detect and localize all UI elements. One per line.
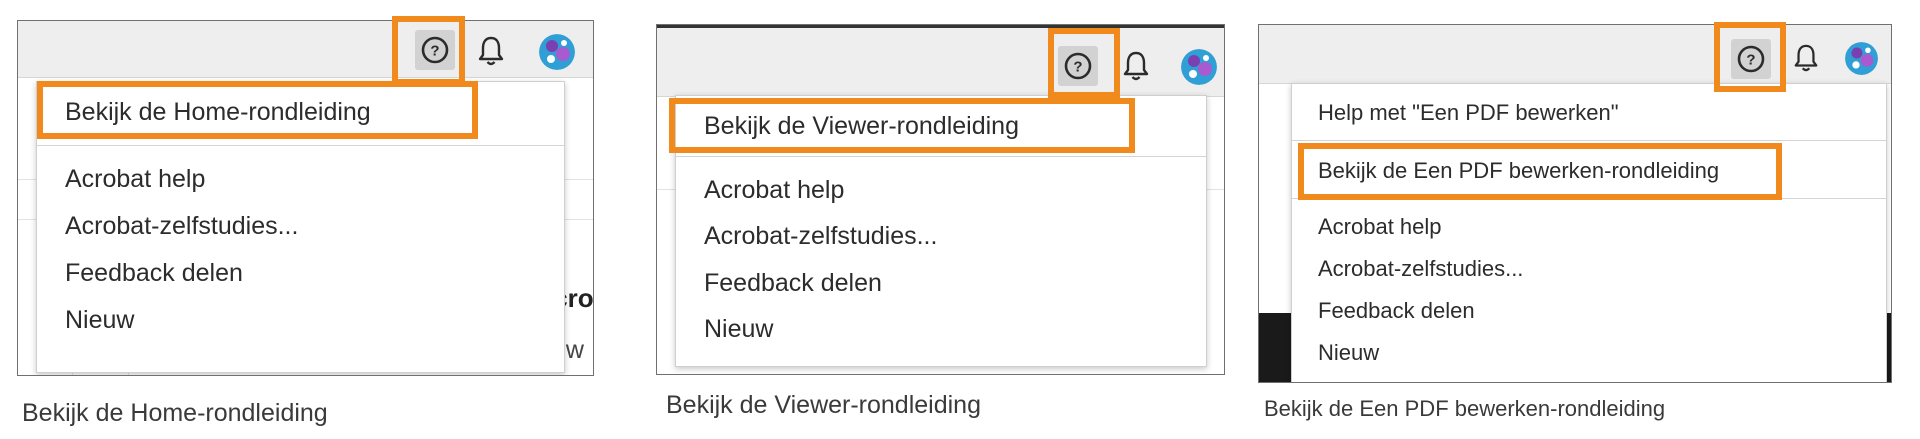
help-dropdown-menu: Help met "Een PDF bewerken" Bekijk de Ee…	[1291, 83, 1887, 382]
menu-item-home-tour[interactable]: Bekijk de Home-rondleiding	[65, 98, 564, 127]
menu-divider	[676, 156, 1206, 157]
viewer-screenshot-panel: ? Bekijk de Viewer-rondleiding Acrobat h…	[656, 24, 1225, 375]
avatar[interactable]	[1181, 49, 1217, 85]
svg-text:?: ?	[1746, 52, 1755, 69]
svg-text:?: ?	[1073, 59, 1082, 76]
caption: Bekijk de Een PDF bewerken-rondleiding	[1264, 396, 1666, 421]
notifications-button[interactable]	[1118, 48, 1154, 84]
help-button[interactable]: ?	[1058, 46, 1098, 86]
svg-text:?: ?	[430, 43, 439, 60]
menu-divider	[1292, 198, 1886, 199]
menu-item-tutorials[interactable]: Acrobat-zelfstudies...	[1318, 256, 1886, 282]
bell-icon	[1121, 50, 1151, 82]
edit-pdf-screenshot-panel: ? Help met "Een PDF bewerken" Bekijk de …	[1258, 24, 1892, 383]
help-circle-icon: ?	[1736, 44, 1766, 74]
menu-item-acrobat-help[interactable]: Acrobat help	[704, 176, 1206, 205]
caption: Bekijk de Viewer-rondleiding	[666, 391, 981, 419]
menu-divider	[1292, 140, 1886, 141]
menu-item-new[interactable]: Nieuw	[65, 306, 564, 335]
home-screenshot-panel: .cro uw ? Bekijk de Home-rondleiding Acr…	[17, 20, 594, 376]
help-button[interactable]: ?	[415, 30, 455, 70]
caption: Bekijk de Home-rondleiding	[22, 399, 328, 427]
menu-item-new[interactable]: Nieuw	[1318, 340, 1886, 366]
menu-item-acrobat-help[interactable]: Acrobat help	[1318, 214, 1886, 240]
menu-item-edit-tour[interactable]: Bekijk de Een PDF bewerken-rondleiding	[1318, 158, 1886, 184]
menu-item-feedback[interactable]: Feedback delen	[1318, 298, 1886, 324]
menu-item-new[interactable]: Nieuw	[704, 315, 1206, 344]
menu-item-feedback[interactable]: Feedback delen	[65, 259, 564, 288]
help-dropdown-menu: Bekijk de Viewer-rondleiding Acrobat hel…	[675, 95, 1207, 367]
notifications-button[interactable]	[473, 33, 509, 69]
menu-divider	[37, 145, 564, 146]
help-dropdown-menu: Bekijk de Home-rondleiding Acrobat help …	[36, 81, 565, 373]
avatar[interactable]	[539, 34, 575, 70]
help-button[interactable]: ?	[1731, 39, 1771, 79]
menu-item-tutorials[interactable]: Acrobat-zelfstudies...	[704, 222, 1206, 251]
help-circle-icon: ?	[420, 35, 450, 65]
menu-item-viewer-tour[interactable]: Bekijk de Viewer-rondleiding	[704, 112, 1206, 141]
menu-item-acrobat-help[interactable]: Acrobat help	[65, 165, 564, 194]
menu-item-edit-help[interactable]: Help met "Een PDF bewerken"	[1318, 100, 1886, 126]
notifications-button[interactable]	[1789, 41, 1823, 75]
bell-icon	[476, 35, 506, 67]
menu-item-feedback[interactable]: Feedback delen	[704, 269, 1206, 298]
bell-icon	[1792, 43, 1820, 73]
help-circle-icon: ?	[1063, 51, 1093, 81]
avatar[interactable]	[1845, 42, 1878, 75]
menu-item-tutorials[interactable]: Acrobat-zelfstudies...	[65, 212, 564, 241]
